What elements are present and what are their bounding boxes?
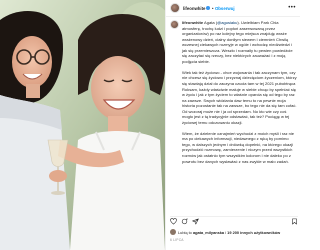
comment-icon[interactable] <box>181 217 188 225</box>
liker-username[interactable]: agata_milyanska <box>193 230 224 235</box>
more-options-icon[interactable]: ••• <box>288 5 296 11</box>
caption-username[interactable]: lifeonwhite <box>182 20 203 25</box>
caption-text: lifeonwhite Agata (@agusiaku). Uwielbiam… <box>182 20 298 208</box>
caption: lifeonwhite Agata (@agusiaku). Uwielbiam… <box>170 20 298 208</box>
caption-p1-before: Agata ( <box>203 20 218 25</box>
paper-plane-icon[interactable] <box>192 218 199 225</box>
likes-prefix: Lubią to <box>178 229 192 235</box>
heart-icon[interactable] <box>170 217 177 225</box>
verified-badge-icon <box>206 6 211 10</box>
caption-p1-after: ). Uwielbiam Park Chia atmosferę, trochę… <box>182 20 293 64</box>
avatar[interactable] <box>170 3 180 13</box>
bookmark-icon[interactable] <box>291 218 298 225</box>
follow-button[interactable]: Obserwuj <box>215 6 235 11</box>
liker-avatar[interactable] <box>170 229 176 235</box>
post-image <box>0 0 165 250</box>
header-username[interactable]: lifeonwhite <box>183 6 205 11</box>
post-header: lifeonwhite • Obserwuj ••• <box>166 0 300 17</box>
separator-dot: • <box>211 5 214 11</box>
likes-middle: i <box>225 229 227 235</box>
caption-paragraph-2: Wiek tak też życiowo - chce wojowania i … <box>182 69 297 125</box>
action-bar <box>170 216 298 225</box>
likes-summary: Lubią to agata_milyanska i 19 200 innych… <box>170 228 298 236</box>
post-photo[interactable] <box>0 0 165 250</box>
post-date[interactable]: 6 LIPCA <box>170 238 184 242</box>
post-panel: lifeonwhite • Obserwuj ••• lifeonwhite A… <box>165 0 300 250</box>
caption-mention[interactable]: @agusiaku <box>217 20 237 25</box>
caption-avatar[interactable] <box>170 20 179 29</box>
caption-paragraph-3: Wiem, że dzielenie oznajmień wychodzi z … <box>182 130 295 164</box>
likes-count[interactable]: 19 200 innych użytkowników <box>227 230 280 235</box>
